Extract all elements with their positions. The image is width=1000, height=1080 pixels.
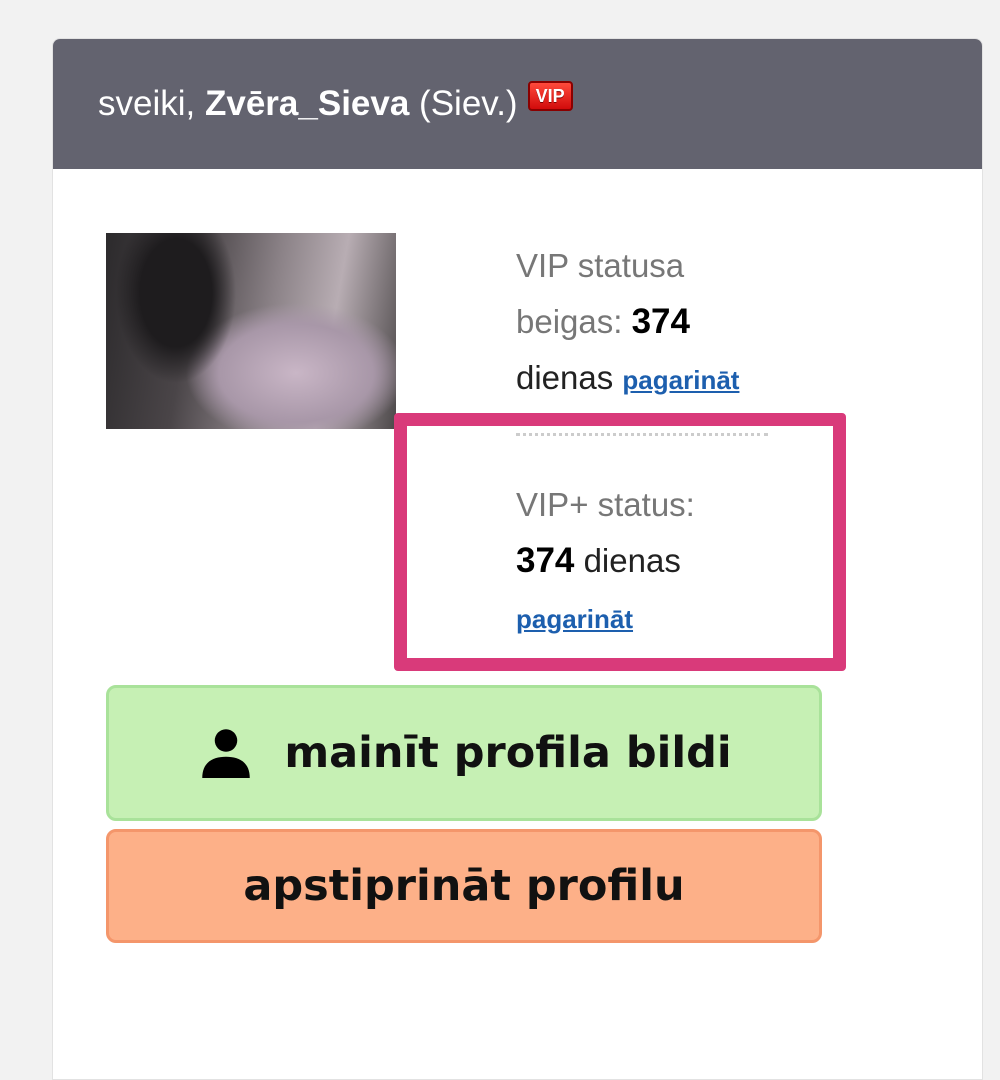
vip-days-unit: dienas <box>516 359 614 396</box>
vip-days-value: 374 <box>631 302 690 341</box>
gender-label: (Siev.) <box>419 84 518 123</box>
confirm-profile-label: apstiprināt profilu <box>243 861 685 911</box>
change-profile-photo-button[interactable]: mainīt profila bildi <box>106 685 822 821</box>
vip-plus-extend-link[interactable]: pagarināt <box>516 604 633 634</box>
change-profile-photo-label: mainīt profila bildi <box>284 728 732 778</box>
profile-photo[interactable] <box>106 233 396 429</box>
greeting: sveiki, <box>98 84 196 123</box>
username[interactable]: Zvēra_Sieva <box>205 84 409 124</box>
vip-badge-icon: VIP <box>527 81 573 111</box>
card-header: sveiki, Zvēra_Sieva (Siev.) VIP <box>53 39 982 169</box>
person-icon <box>202 729 251 778</box>
confirm-profile-button[interactable]: apstiprināt profilu <box>106 829 822 943</box>
vip-status-info: VIP statusa beigas: 374 dienas pagarināt <box>516 238 739 408</box>
vip-label-line1: VIP statusa <box>516 247 685 284</box>
vip-plus-days-unit: dienas <box>583 542 681 579</box>
vip-plus-status-info: VIP+ status: 374 dienas pagarināt <box>516 477 695 647</box>
vip-label-line2: beigas: <box>516 303 623 340</box>
vip-extend-link[interactable]: pagarināt <box>622 365 739 395</box>
vip-plus-label: VIP+ status: <box>516 486 695 523</box>
vip-plus-days-value: 374 <box>516 541 575 580</box>
